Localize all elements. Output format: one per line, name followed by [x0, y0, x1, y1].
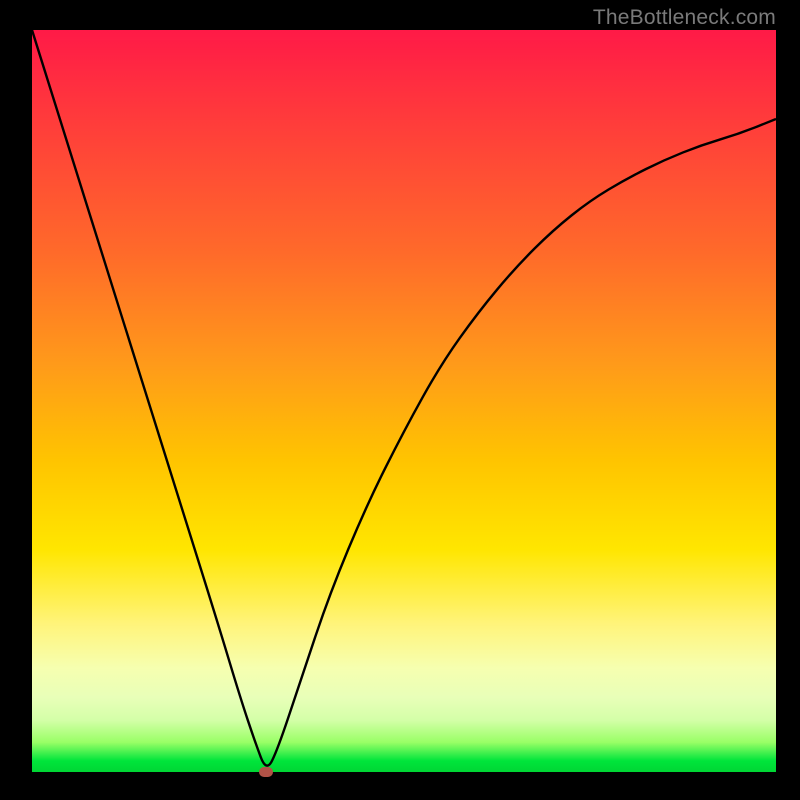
- optimum-marker: [259, 767, 273, 777]
- plot-area: [32, 30, 776, 772]
- chart-curve: [32, 30, 776, 772]
- chart-frame: TheBottleneck.com: [0, 0, 800, 800]
- curve-path: [32, 30, 776, 766]
- watermark-text: TheBottleneck.com: [593, 6, 776, 30]
